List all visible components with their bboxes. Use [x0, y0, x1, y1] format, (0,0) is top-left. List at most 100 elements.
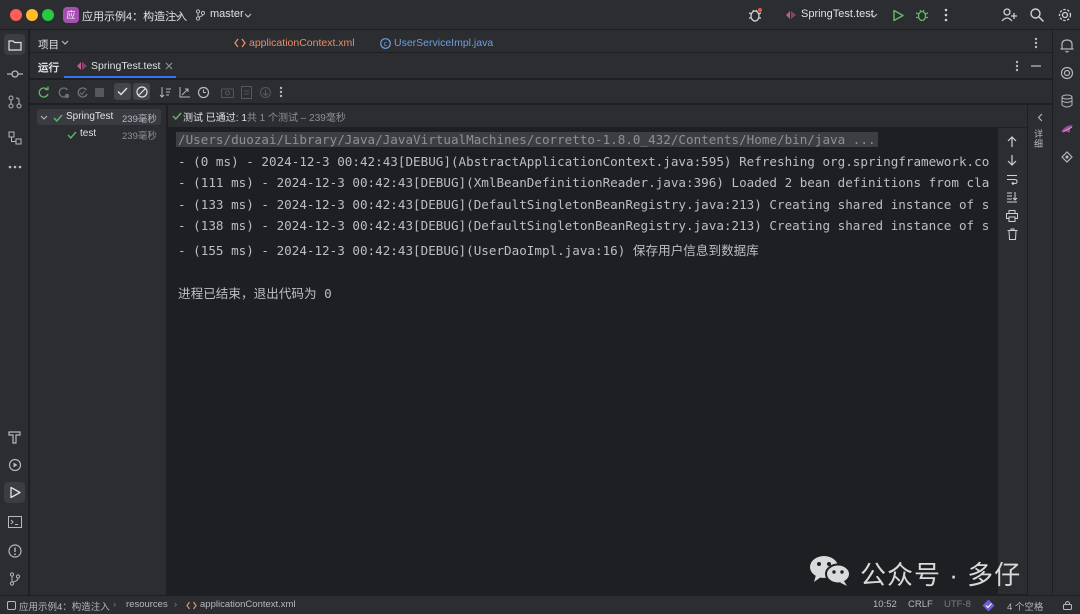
test-status-detail: 共 1 个测试 – 239毫秒 [246, 113, 346, 124]
scroll-down-icon[interactable] [1005, 153, 1019, 167]
debug-icon[interactable] [914, 7, 930, 23]
line-ending[interactable]: CRLF [908, 599, 933, 610]
run-config-selector[interactable]: SpringTest.test [801, 8, 874, 20]
status-bar: 应用示例4：构造注入 › resources › applicationCont… [0, 595, 1080, 614]
branch-icon [194, 8, 206, 22]
problems-icon[interactable] [6, 542, 23, 559]
indent-setting[interactable]: 4 个空格 [1007, 599, 1043, 613]
chevron-left-icon[interactable] [1034, 111, 1046, 123]
details-panel-label[interactable]: 详细 [1034, 129, 1046, 149]
rerun-icon[interactable] [36, 85, 50, 99]
stop-icon[interactable] [93, 86, 105, 98]
more-options-icon[interactable] [1011, 59, 1023, 73]
more-options-icon[interactable] [276, 85, 286, 99]
structure-icon[interactable] [6, 129, 23, 146]
test-suite-duration: 239毫秒 [122, 114, 157, 125]
run-tool-icon[interactable] [4, 482, 25, 503]
close-window-button[interactable] [10, 9, 22, 21]
project-name[interactable]: 应用示例4：构造注入 [82, 8, 187, 24]
add-user-icon[interactable] [1000, 6, 1018, 24]
lock-icon[interactable] [1062, 600, 1072, 610]
settings-gear-icon[interactable] [1056, 6, 1074, 24]
show-ignored-toggle-icon[interactable] [133, 83, 150, 100]
print-icon[interactable] [1005, 209, 1019, 223]
pull-request-icon[interactable] [6, 93, 23, 110]
tree-row-test[interactable]: test 239毫秒 [37, 126, 161, 142]
wechat-logo-icon [808, 552, 852, 588]
breadcrumb-resources[interactable]: resources [126, 599, 168, 610]
cursor-position[interactable]: 10:52 [873, 599, 897, 610]
console-log-line: - (155 ms) - 2024-12-3 00:42:43[DEBUG](U… [178, 243, 759, 258]
rerun-failed-icon[interactable] [56, 85, 70, 99]
minimize-window-button[interactable] [26, 9, 38, 21]
more-tools-icon[interactable] [6, 158, 23, 175]
breadcrumb-file[interactable]: applicationContext.xml [200, 599, 296, 610]
soft-wrap-icon[interactable] [1005, 172, 1019, 186]
commit-icon[interactable] [6, 65, 23, 82]
export-results-icon[interactable] [239, 85, 253, 99]
console-side-toolbar [998, 128, 1027, 594]
more-options-icon[interactable] [1030, 36, 1042, 50]
build-hammer-icon[interactable] [6, 428, 23, 445]
code-with-me-icon[interactable] [981, 598, 995, 612]
chevron-down-icon[interactable] [869, 10, 879, 20]
tree-row-spring-test[interactable]: SpringTest 239毫秒 [37, 109, 161, 125]
console-command-line[interactable]: /Users/duozai/Library/Java/JavaVirtualMa… [176, 132, 878, 147]
project-badge[interactable]: 应 [63, 7, 79, 23]
console-log-line: - (0 ms) - 2024-12-3 00:42:43[DEBUG](Abs… [178, 154, 990, 169]
run-panel-label: 运行 [38, 62, 59, 74]
console-log-line: - (111 ms) - 2024-12-3 00:42:43[DEBUG](X… [178, 175, 990, 190]
maven-icon[interactable] [1058, 120, 1076, 138]
chevron-down-icon[interactable] [243, 10, 253, 20]
ai-assistant-icon[interactable] [1058, 64, 1076, 82]
breadcrumb-separator: › [113, 599, 117, 610]
java-class-icon: c [379, 37, 391, 49]
right-tool-strip [1052, 30, 1080, 595]
tab-user-service-impl[interactable]: UserServiceImpl.java [394, 37, 493, 49]
show-passed-toggle-icon[interactable] [114, 83, 131, 100]
run-toolbar [30, 80, 1052, 104]
debug-bug-icon[interactable] [746, 6, 764, 24]
test-method-duration: 239毫秒 [122, 131, 157, 142]
project-view-label[interactable]: 项目 [38, 37, 59, 52]
project-folder-icon[interactable] [4, 34, 25, 55]
scroll-up-icon[interactable] [1005, 135, 1019, 149]
search-icon[interactable] [1028, 6, 1046, 24]
tab-spring-test-run[interactable]: SpringTest.test [91, 60, 160, 72]
toggle-auto-test-icon[interactable] [75, 85, 89, 99]
screenshot-icon[interactable] [220, 85, 234, 99]
chevron-down-icon[interactable] [39, 113, 48, 122]
test-passed-icon [52, 112, 63, 123]
sort-by-duration-icon[interactable] [177, 85, 191, 99]
more-options-icon[interactable] [940, 7, 952, 23]
notifications-bell-icon[interactable] [1058, 36, 1076, 54]
gradle-plugin-icon[interactable] [1058, 148, 1076, 166]
clear-trash-icon[interactable] [1005, 227, 1019, 241]
scroll-to-end-icon[interactable] [1005, 190, 1019, 204]
zoom-window-button[interactable] [42, 9, 54, 21]
terminal-icon[interactable] [6, 513, 23, 530]
file-encoding[interactable]: UTF-8 [944, 599, 971, 610]
sort-alphabetically-icon[interactable] [158, 85, 172, 99]
run-config-icon [784, 9, 798, 21]
branch-name[interactable]: master [210, 8, 244, 20]
run-icon[interactable] [890, 7, 906, 23]
active-tab-indicator [64, 76, 176, 78]
chevron-down-icon[interactable] [60, 38, 69, 47]
test-passed-icon [171, 110, 182, 121]
services-icon[interactable] [6, 456, 23, 473]
minimize-panel-icon[interactable] [1029, 59, 1043, 73]
database-icon[interactable] [1058, 92, 1076, 110]
chevron-down-icon[interactable] [173, 10, 183, 20]
xml-file-icon [234, 37, 246, 49]
import-results-icon[interactable] [258, 85, 272, 99]
watermark-text: 公众号 · 多仔 [860, 560, 1022, 590]
git-icon[interactable] [6, 570, 23, 587]
svg-text:c: c [383, 40, 387, 48]
tab-application-context-xml[interactable]: applicationContext.xml [249, 37, 355, 49]
console-output[interactable]: /Users/duozai/Library/Java/JavaVirtualMa… [168, 128, 998, 594]
xml-file-icon [186, 600, 197, 610]
breadcrumb-project[interactable]: 应用示例4：构造注入 [19, 599, 110, 613]
test-history-icon[interactable] [196, 85, 210, 99]
close-tab-icon[interactable] [163, 60, 175, 72]
